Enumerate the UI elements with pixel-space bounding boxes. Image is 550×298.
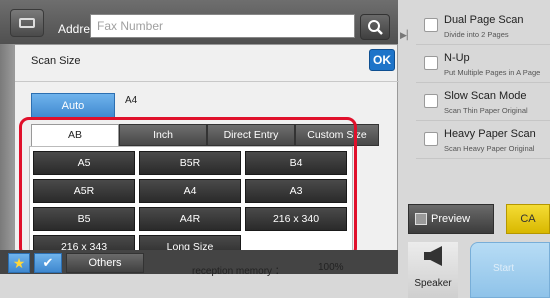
option-subtitle: Scan Heavy Paper Original [444, 144, 535, 153]
divider [416, 44, 550, 45]
size-button-b4[interactable]: B4 [245, 151, 347, 175]
ok-button[interactable]: OK [369, 49, 395, 71]
panel-title: Scan Size [31, 55, 81, 67]
option-subtitle: Divide into 2 Pages [444, 30, 509, 39]
checkbox[interactable] [424, 18, 438, 32]
preview-label: Preview [431, 213, 471, 225]
option-list: Dual Page Scan Divide into 2 Pages N-Up … [416, 8, 550, 198]
start-label: Start [493, 263, 515, 274]
checkbox[interactable] [424, 56, 438, 70]
size-button-a3[interactable]: A3 [245, 179, 347, 203]
left-dim-strip [0, 44, 14, 260]
option-subtitle: Scan Thin Paper Original [444, 106, 528, 115]
speaker-icon [424, 246, 442, 266]
keyboard-icon [19, 18, 35, 28]
option-slow-scan-mode[interactable]: Slow Scan Mode Scan Thin Paper Original [416, 84, 550, 122]
checkbox[interactable] [424, 132, 438, 146]
speaker-label: Speaker [414, 278, 452, 289]
speaker-button[interactable]: Speaker [408, 242, 458, 298]
option-heavy-paper-scan[interactable]: Heavy Paper Scan Scan Heavy Paper Origin… [416, 122, 550, 160]
option-title: Dual Page Scan [444, 14, 524, 26]
preview-button[interactable]: Preview [408, 204, 494, 234]
search-icon [368, 20, 383, 35]
tab-ab[interactable]: AB [31, 124, 119, 147]
keyboard-button[interactable] [10, 9, 44, 37]
start-button[interactable]: Start [470, 242, 550, 298]
check-icon[interactable]: ✔ [34, 253, 62, 273]
divider [416, 120, 550, 121]
size-button-b5[interactable]: B5 [33, 207, 135, 231]
size-tabs: AB Inch Direct Entry Custom Size [31, 124, 379, 147]
option-title: Slow Scan Mode [444, 90, 527, 102]
memory-label: reception memory ： [192, 266, 285, 277]
others-button[interactable]: Others [66, 253, 144, 273]
auto-button[interactable]: Auto [31, 93, 115, 119]
option-title: N-Up [444, 52, 470, 64]
divider [416, 82, 550, 83]
selected-size-value: A4 [125, 95, 138, 106]
favorite-star-icon[interactable]: ★ [8, 253, 30, 273]
size-grid: A5 B5R B4 A5R A4 A3 B5 A4R 216 x 340 216… [29, 146, 353, 264]
memory-value: 100% [318, 262, 344, 273]
size-button-a4r[interactable]: A4R [139, 207, 241, 231]
tab-direct-entry[interactable]: Direct Entry [207, 124, 295, 146]
option-dual-page-scan[interactable]: Dual Page Scan Divide into 2 Pages [416, 8, 550, 46]
clear-all-button[interactable]: CA [506, 204, 550, 234]
checkbox[interactable] [424, 94, 438, 108]
size-button-a5[interactable]: A5 [33, 151, 135, 175]
tab-inch[interactable]: Inch [119, 124, 207, 146]
divider [15, 81, 399, 82]
option-n-up[interactable]: N-Up Put Multiple Pages in A Page [416, 46, 550, 84]
search-button[interactable] [360, 14, 390, 40]
size-button-216x340[interactable]: 216 x 340 [245, 207, 347, 231]
collapse-arrow-icon[interactable]: ▶▏ [400, 30, 414, 44]
size-button-a4[interactable]: A4 [139, 179, 241, 203]
fax-number-input[interactable] [90, 14, 355, 38]
size-button-a5r[interactable]: A5R [33, 179, 135, 203]
scan-size-panel: Scan Size OK Auto A4 AB Inch Direct Entr… [14, 44, 399, 272]
option-title: Heavy Paper Scan [444, 128, 536, 140]
tab-custom-size[interactable]: Custom Size [295, 124, 379, 146]
size-button-b5r[interactable]: B5R [139, 151, 241, 175]
option-subtitle: Put Multiple Pages in A Page [444, 68, 541, 77]
preview-icon [415, 213, 427, 225]
divider [416, 158, 550, 159]
